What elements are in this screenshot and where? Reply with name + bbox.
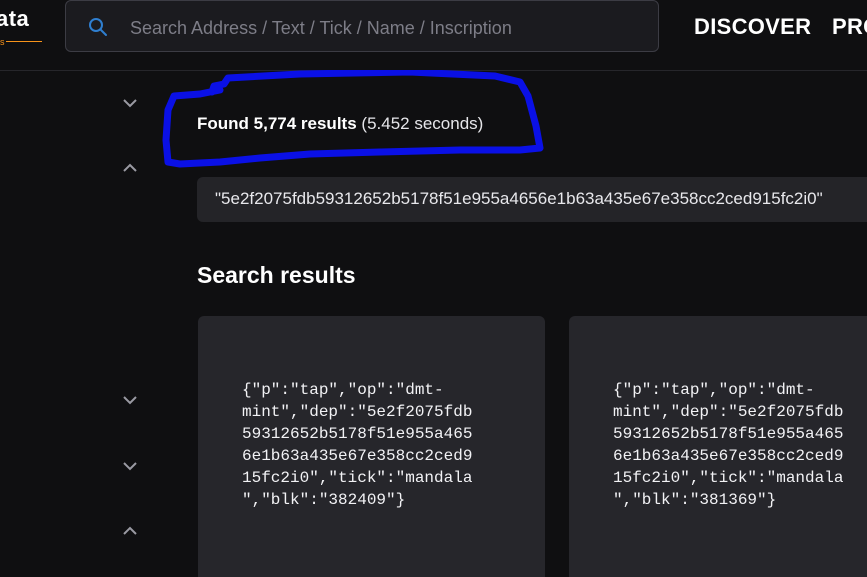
result-card[interactable]: {"p":"tap","op":"dmt- mint","dep":"5e2f2…: [569, 316, 867, 577]
section-title: Search results: [197, 262, 356, 288]
page: ata s DISCOVER PRO Found 5,774: [0, 0, 867, 577]
nav-discover[interactable]: DISCOVER: [694, 14, 811, 40]
logo-text[interactable]: ata: [0, 6, 29, 32]
search-icon[interactable]: [88, 17, 108, 37]
results-summary: Found 5,774 results (5.452 seconds): [197, 114, 483, 134]
search-box[interactable]: [65, 0, 659, 52]
top-header: ata s DISCOVER PRO: [0, 0, 867, 71]
chevron-down-icon[interactable]: [121, 394, 139, 406]
search-query-display: "5e2f2075fdb59312652b5178f51e955a4656e1b…: [197, 177, 867, 222]
results-duration: (5.452 seconds): [361, 114, 484, 133]
result-card-content: {"p":"tap","op":"dmt- mint","dep":"5e2f2…: [613, 381, 844, 509]
chevron-up-icon[interactable]: [121, 525, 139, 537]
result-card-content: {"p":"tap","op":"dmt- mint","dep":"5e2f2…: [242, 381, 473, 509]
result-card[interactable]: {"p":"tap","op":"dmt- mint","dep":"5e2f2…: [198, 316, 545, 577]
nav-pro[interactable]: PRO: [832, 14, 867, 40]
search-input[interactable]: [128, 15, 642, 41]
chevron-down-icon[interactable]: [121, 460, 139, 472]
search-query-text: "5e2f2075fdb59312652b5178f51e955a4656e1b…: [215, 189, 823, 208]
chevron-up-icon[interactable]: [121, 162, 139, 174]
chevron-down-icon[interactable]: [121, 97, 139, 109]
logo-underline: s: [0, 36, 42, 47]
results-count: Found 5,774 results: [197, 114, 357, 133]
